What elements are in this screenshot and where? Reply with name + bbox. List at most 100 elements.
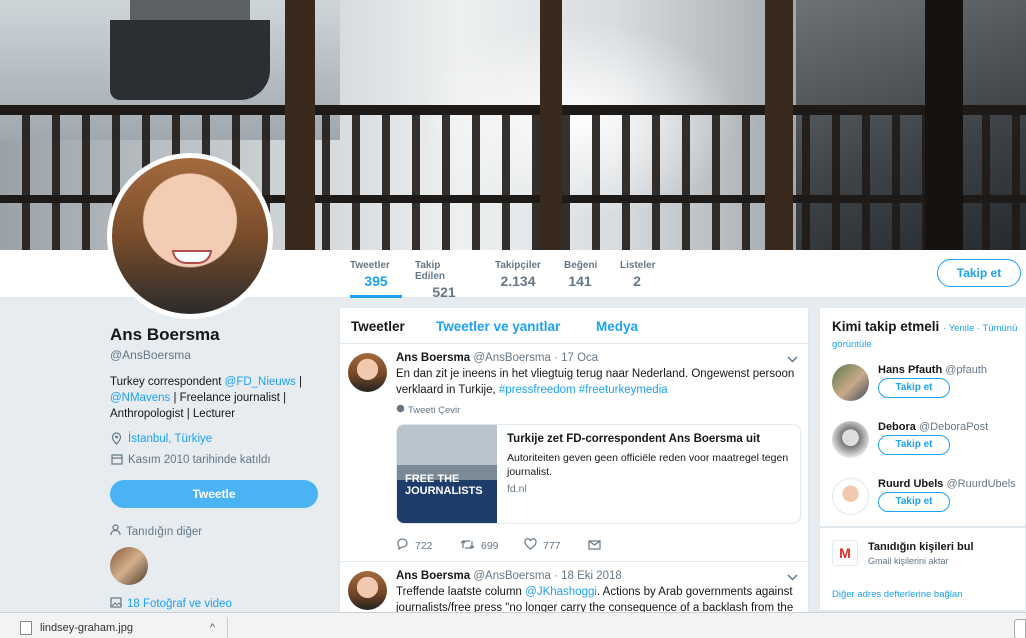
tweet-author-handle: @AnsBoersma: [473, 570, 551, 582]
suggestion-name[interactable]: Hans Pfauth @pfauth: [878, 364, 987, 376]
who-to-follow-title: Kimi takip etmeli: [832, 319, 940, 334]
follow-suggestion-button[interactable]: Takip et: [878, 435, 950, 455]
dm-action[interactable]: [588, 538, 652, 553]
download-item[interactable]: lindsey-graham.jpg ^: [20, 617, 228, 638]
tab-tweets[interactable]: Tweetler: [351, 319, 405, 334]
bio-separator: |: [295, 376, 302, 388]
joined-text: Kasım 2010 tarihinde katıldı: [128, 453, 271, 466]
chevron-up-icon[interactable]: ^: [210, 622, 215, 634]
profile-location: İstanbul, Türkiye: [110, 432, 330, 445]
tweet-author-handle: @AnsBoersma: [473, 352, 551, 364]
download-bar: lindsey-graham.jpg ^: [0, 612, 1026, 638]
suggestion-item: Ruurd Ubels @RuurdUbels Takip et: [832, 478, 1026, 528]
profile-joined: Kasım 2010 tarihinde katıldı: [110, 453, 330, 466]
tweet-hashtags[interactable]: #pressfreedom #freeturkeymedia: [499, 384, 668, 396]
chevron-down-icon[interactable]: [787, 352, 798, 366]
profile-card: Ans Boersma @AnsBoersma Turkey correspon…: [110, 325, 330, 611]
known-follower-avatar[interactable]: [110, 547, 148, 585]
nav-count: 2.134: [500, 273, 536, 289]
tweet-text: En dan zit je ineens in het vliegtuig te…: [396, 366, 798, 398]
tweet-date[interactable]: · 17 Oca: [554, 352, 598, 364]
card-image-text: FREE THE JOURNALISTS: [405, 473, 483, 497]
bio-mention-nmavens[interactable]: @NMavens: [110, 392, 170, 404]
nav-count: 2: [633, 273, 641, 289]
nav-following[interactable]: Takip Edilen 521: [415, 250, 473, 300]
nav-label: Takip Edilen: [415, 260, 446, 282]
image-icon: [110, 597, 122, 611]
reply-action[interactable]: 722: [396, 538, 460, 553]
nav-likes[interactable]: Beğeni 141: [564, 250, 598, 298]
tweet-body: Treffende laatste column: [396, 586, 526, 598]
bio-text: Turkey correspondent: [110, 376, 225, 388]
profile-avatar[interactable]: [107, 153, 273, 319]
tweet-avatar[interactable]: [348, 571, 387, 610]
suggestion-avatar[interactable]: [832, 421, 869, 458]
photos-label: 18 Fotoğraf ve video: [127, 598, 232, 610]
suggestion-avatar[interactable]: [832, 478, 869, 515]
find-contacts-sub: Gmail kişilerini aktar: [868, 556, 949, 566]
translate-label: Tweeti Çevir: [408, 404, 461, 416]
download-bar-edge: [1014, 619, 1026, 638]
timeline-tabs: Tweetler Tweetler ve yanıtlar Medya: [340, 308, 808, 344]
nav-label: Takipçiler: [495, 260, 541, 271]
like-action[interactable]: 777: [524, 538, 588, 553]
who-to-follow: Kimi takip etmeli · Yenile · Tümünü görü…: [819, 307, 1026, 527]
timeline: Tweetler Tweetler ve yanıtlar Medya Ans …: [339, 307, 809, 638]
find-contacts: M Tanıdığın kişileri bul Gmail kişilerin…: [819, 527, 1026, 611]
suggestion-name[interactable]: Ruurd Ubels @RuurdUbels: [878, 478, 1016, 490]
known-label: Tanıdığın diğer: [126, 525, 203, 538]
follow-suggestion-button[interactable]: Takip et: [878, 492, 950, 512]
tweet[interactable]: Ans Boersma @AnsBoersma · 17 Oca En dan …: [340, 344, 808, 562]
file-icon: [20, 621, 32, 635]
follow-button[interactable]: Takip et: [937, 259, 1021, 287]
tab-media[interactable]: Medya: [596, 319, 638, 334]
tweet-date[interactable]: · 18 Eki 2018: [554, 570, 622, 582]
calendar-icon: [110, 453, 123, 466]
nav-count: 521: [432, 284, 456, 300]
globe-icon: [396, 404, 405, 416]
card-title: Turkije zet FD-correspondent Ans Boersma…: [507, 433, 761, 445]
suggestion-item: Debora @DeboraPost Takip et: [832, 421, 1026, 471]
nav-label: Tweetler: [350, 260, 390, 271]
tweet-author-name[interactable]: Ans Boersma: [396, 570, 470, 582]
retweet-icon: [460, 538, 475, 553]
nav-count: 141: [568, 273, 592, 289]
profile-name[interactable]: Ans Boersma: [110, 325, 330, 345]
location-link[interactable]: İstanbul, Türkiye: [128, 433, 212, 445]
nav-tweets[interactable]: Tweetler 395: [350, 250, 402, 298]
tweet-author-name[interactable]: Ans Boersma: [396, 352, 470, 364]
chevron-down-icon[interactable]: [787, 570, 798, 584]
nav-lists[interactable]: Listeler 2: [620, 250, 656, 298]
profile-bio: Turkey correspondent @FD_Nieuws | @NMave…: [110, 374, 330, 422]
nav-label: Beğeni: [564, 260, 598, 271]
profile-handle: @AnsBoersma: [110, 348, 191, 362]
card-body: Turkije zet FD-correspondent Ans Boersma…: [497, 425, 800, 523]
card-description: Autoriteiten geven geen officiële reden …: [507, 452, 789, 478]
tweet-mention[interactable]: @JKhashoggi: [525, 586, 597, 598]
download-filename: lindsey-graham.jpg: [40, 622, 133, 634]
reply-icon: [396, 538, 409, 553]
followers-you-know: Tanıdığın diğer: [110, 524, 330, 539]
who-to-follow-header: Kimi takip etmeli · Yenile · Tümünü görü…: [820, 308, 1025, 352]
retweet-action[interactable]: 699: [460, 538, 524, 553]
photos-videos-link[interactable]: 18 Fotoğraf ve video: [110, 597, 330, 611]
card-domain: fd.nl: [507, 483, 527, 495]
tweet-header: Ans Boersma @AnsBoersma · 18 Eki 2018: [396, 570, 798, 582]
translate-tweet[interactable]: Tweeti Çevir: [396, 404, 798, 416]
follow-suggestion-button[interactable]: Takip et: [878, 378, 950, 398]
retweet-count: 699: [481, 539, 499, 552]
tweet-to-button[interactable]: Tweetle: [110, 480, 318, 508]
suggestion-item: Hans Pfauth @pfauth Takip et: [832, 364, 1026, 414]
heart-icon: [524, 538, 537, 553]
bio-mention-fd[interactable]: @FD_Nieuws: [225, 376, 296, 388]
nav-followers[interactable]: Takipçiler 2.134: [495, 250, 541, 298]
suggestion-avatar[interactable]: [832, 364, 869, 401]
find-contacts-title[interactable]: Tanıdığın kişileri bul: [868, 541, 974, 553]
tweet-avatar[interactable]: [348, 353, 387, 392]
suggestion-name[interactable]: Debora @DeboraPost: [878, 421, 988, 433]
tab-tweets-and-replies[interactable]: Tweetler ve yanıtlar: [436, 319, 560, 334]
link-card[interactable]: FREE THE JOURNALISTS Turkije zet FD-corr…: [396, 424, 801, 524]
like-count: 777: [543, 539, 561, 552]
location-pin-icon: [110, 432, 123, 445]
other-address-books-link[interactable]: Diğer adres defterlerine bağlan: [832, 589, 962, 600]
